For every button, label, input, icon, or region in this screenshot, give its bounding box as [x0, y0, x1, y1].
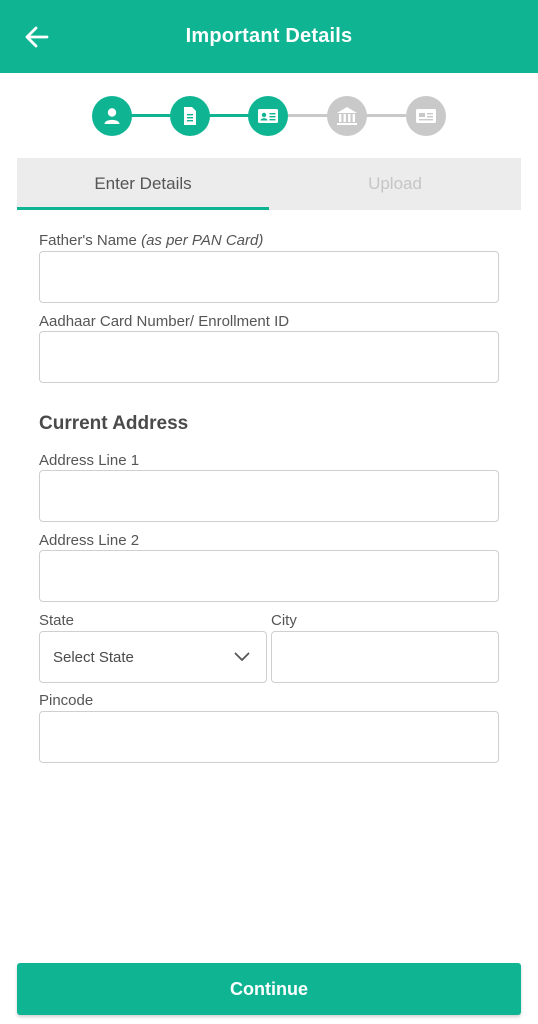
step-id-details [248, 96, 288, 136]
fathers-name-hint: (as per PAN Card) [141, 232, 264, 249]
address-line2-label: Address Line 2 [39, 532, 140, 549]
tab-bar: Enter Details Upload [17, 158, 521, 210]
step-connector [208, 114, 250, 117]
state-select[interactable]: Select State [39, 631, 267, 683]
document-icon [184, 107, 196, 125]
address-line2-input[interactable] [39, 550, 499, 602]
chevron-down-icon [234, 652, 250, 661]
app-bar: Important Details [0, 0, 538, 73]
address-line1-label: Address Line 1 [39, 452, 140, 469]
address-line1-input[interactable] [39, 470, 499, 522]
step-documents [170, 96, 210, 136]
state-select-value: Select State [53, 648, 134, 666]
tab-enter-details[interactable]: Enter Details [17, 158, 269, 210]
back-button[interactable] [22, 22, 52, 52]
pincode-input[interactable] [39, 711, 499, 763]
fathers-name-input[interactable] [39, 251, 499, 303]
step-personal [92, 96, 132, 136]
progress-stepper [0, 94, 538, 138]
state-label: State [39, 612, 75, 629]
step-bank [327, 96, 367, 136]
aadhaar-label: Aadhaar Card Number/ Enrollment ID [39, 313, 290, 330]
current-address-heading: Current Address [39, 413, 189, 434]
bank-icon [337, 107, 357, 125]
step-connector [364, 114, 406, 117]
pincode-label: Pincode [39, 692, 94, 709]
city-input[interactable] [271, 631, 499, 683]
id-card-icon [258, 109, 278, 123]
fathers-name-label: Father's Name (as per PAN Card) [39, 232, 263, 249]
aadhaar-input[interactable] [39, 331, 499, 383]
tab-upload[interactable]: Upload [269, 158, 521, 210]
city-label: City [271, 612, 297, 629]
card-icon [416, 109, 436, 123]
person-icon [104, 108, 120, 124]
step-final [406, 96, 446, 136]
continue-button[interactable]: Continue [17, 963, 521, 1015]
fathers-name-label-text: Father's Name [39, 232, 137, 249]
page-title: Important Details [185, 25, 353, 47]
step-connector [286, 114, 328, 117]
arrow-left-icon [25, 26, 49, 48]
step-connector [130, 114, 172, 117]
